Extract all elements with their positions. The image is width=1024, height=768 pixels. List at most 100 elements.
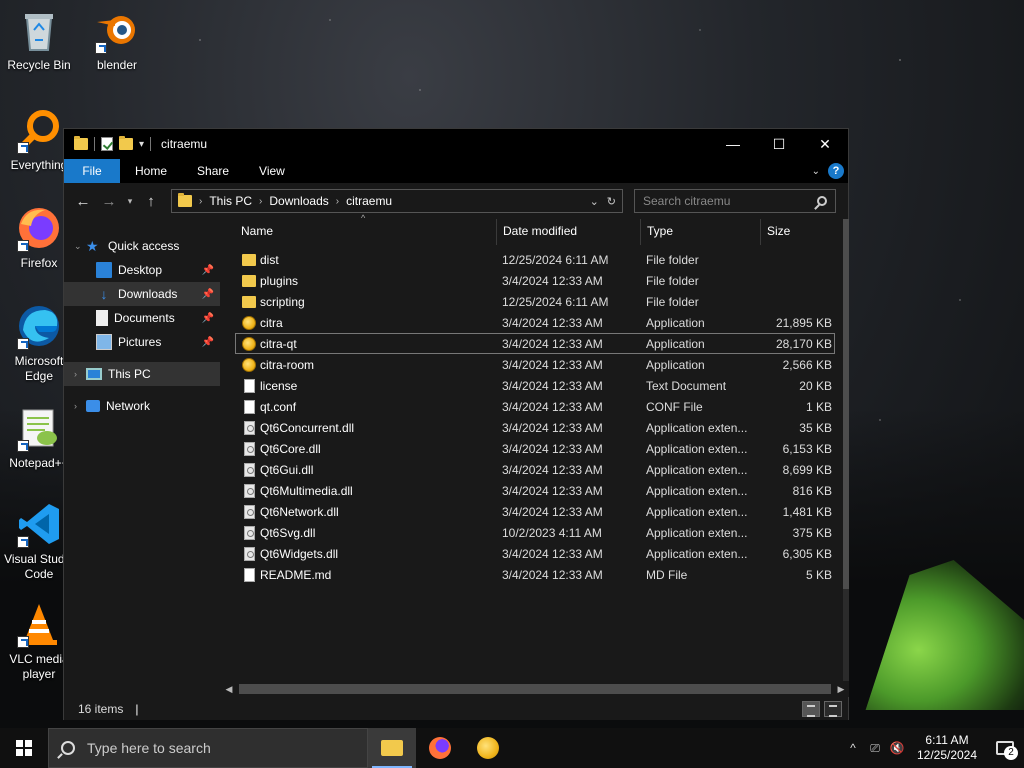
table-row[interactable]: Qt6Network.dll 3/4/2024 12:33 AM Applicati… [235,501,835,522]
column-header-date[interactable]: Date modified [497,219,641,245]
shortcut-arrow-icon [95,42,107,54]
volume-muted-icon[interactable]: 🔇 [886,741,908,755]
search-box[interactable]: Search citraemu [634,189,836,213]
toolbar-separator [150,137,152,151]
file-size: 6,305 KB [782,547,832,561]
maximize-button[interactable]: ☐ [756,129,802,159]
help-icon[interactable]: ? [828,163,844,179]
table-row[interactable]: Qt6Core.dll 3/4/2024 12:33 AM Application … [235,438,835,459]
start-button[interactable] [0,728,48,768]
tab-file[interactable]: File [64,159,120,183]
nav-item-desktop[interactable]: Desktop 📌 [64,258,220,282]
column-header-type[interactable]: Type [641,219,761,245]
action-center-button[interactable]: 2 [986,728,1024,768]
table-row[interactable]: license 3/4/2024 12:33 AM Text Document 20 … [235,375,835,396]
new-folder-icon[interactable] [119,136,133,150]
network-status-icon[interactable]: ⎚ [864,741,886,756]
title-bar[interactable]: ▾ citraemu — ☐ ✕ [64,129,848,159]
table-row[interactable]: Qt6Multimedia.dll 3/4/2024 12:33 AM Applic… [235,480,835,501]
text-file-icon [244,568,255,582]
desktop-icon-recycle-bin[interactable]: Recycle Bin [0,6,78,73]
close-button[interactable]: ✕ [802,129,848,159]
chevron-right-icon[interactable]: › [74,401,86,411]
horizontal-scrollbar[interactable]: ◀ ▶ [221,681,849,697]
file-name: citra-room [260,358,315,372]
file-date: 12/25/2024 6:11 AM [502,253,609,267]
table-row[interactable]: citra 3/4/2024 12:33 AM Application 21,895 … [235,312,835,333]
chevron-right-icon[interactable]: › [259,196,262,207]
table-row[interactable]: plugins 3/4/2024 12:33 AM File folder [235,270,835,291]
table-row[interactable]: Qt6Gui.dll 3/4/2024 12:33 AM Application e… [235,459,835,480]
file-date: 3/4/2024 12:33 AM [502,568,603,582]
tab-view[interactable]: View [244,159,300,183]
file-date: 3/4/2024 12:33 AM [502,484,603,498]
breadcrumb-downloads[interactable]: Downloads [269,194,328,208]
column-header-name[interactable]: Name [235,219,497,245]
back-button[interactable]: ← [70,193,96,210]
table-row[interactable]: Qt6Widgets.dll 3/4/2024 12:33 AM Applicati… [235,543,835,564]
address-history-chevron-icon[interactable]: ⌄ [590,195,599,208]
nav-item-downloads[interactable]: ↓ Downloads 📌 [64,282,220,306]
nav-network[interactable]: › Network [64,394,220,418]
clock[interactable]: 6:11 AM 12/25/2024 [908,733,986,763]
chevron-down-icon[interactable]: ⌄ [74,241,86,252]
file-date: 3/4/2024 12:33 AM [502,337,603,351]
nav-item-pictures[interactable]: Pictures 📌 [64,330,220,354]
table-row[interactable]: citra-room 3/4/2024 12:33 AM Application 2,… [235,354,835,375]
shortcut-arrow-icon [17,636,29,648]
chevron-right-icon[interactable]: › [336,196,339,207]
scroll-left-icon[interactable]: ◀ [221,684,237,695]
table-row[interactable]: qt.conf 3/4/2024 12:33 AM CONF File 1 KB [235,396,835,417]
minimize-button[interactable]: — [710,129,756,159]
desktop-icon-blender[interactable]: blender [78,6,156,73]
table-row[interactable]: Qt6Svg.dll 10/2/2023 4:11 AM Application e… [235,522,835,543]
file-name: qt.conf [260,400,297,414]
breadcrumb-this-pc[interactable]: This PC [209,194,252,208]
taskbar-search-input[interactable]: Type here to search [87,740,211,756]
file-size: 21,895 KB [775,316,832,330]
nav-quick-access[interactable]: ⌄ ★ Quick access [64,234,220,258]
address-bar[interactable]: › This PC › Downloads › citraemu ⌄ ↻ [171,189,623,213]
scrollbar-thumb[interactable] [843,219,849,589]
nav-label: Desktop [118,263,163,277]
nav-item-documents[interactable]: Documents 📌 [64,306,220,330]
citra-app-icon [242,316,256,330]
table-row[interactable]: citra-qt 3/4/2024 12:33 AM Application 28,1… [235,333,835,354]
taskbar-search[interactable]: Type here to search [48,728,368,768]
table-row[interactable]: dist 12/25/2024 6:11 AM File folder [235,249,835,270]
table-row[interactable]: README.md 3/4/2024 12:33 AM MD File 5 KB [235,564,835,585]
scrollbar-thumb[interactable] [239,684,831,694]
chevron-right-icon[interactable]: › [74,369,86,379]
taskbar-citra[interactable] [464,728,512,768]
large-icons-view-button[interactable] [824,700,842,717]
scroll-right-icon[interactable]: ▶ [833,684,849,695]
file-type: Application exten... [646,442,748,456]
table-row[interactable]: Qt6Concurrent.dll 3/4/2024 12:33 AM Applic… [235,417,835,438]
search-input[interactable]: Search citraemu [643,194,730,208]
expand-ribbon-chevron-icon[interactable]: ⌄ [812,166,820,177]
desktop-icon-label: blender [96,58,138,72]
chevron-up-icon[interactable]: ^ [842,741,864,755]
column-header-size[interactable]: Size [761,219,839,245]
file-name: citra [260,316,283,330]
taskbar-file-explorer[interactable] [368,728,416,768]
file-size [762,250,832,270]
customize-toolbar-chevron-icon[interactable]: ▾ [139,139,144,150]
refresh-icon[interactable]: ↻ [607,195,616,208]
vertical-scrollbar[interactable] [843,219,849,681]
network-icon [86,400,100,412]
details-view-button[interactable] [802,700,820,717]
file-name: dist [260,253,279,267]
properties-icon[interactable] [101,137,113,151]
up-button[interactable]: ↑ [138,193,164,210]
forward-button[interactable]: → [96,193,122,210]
chevron-right-icon: › [199,195,203,207]
file-size: 8,699 KB [782,463,832,477]
tab-home[interactable]: Home [120,159,182,183]
recent-locations-chevron-icon[interactable]: ▾ [122,196,138,207]
tab-share[interactable]: Share [182,159,244,183]
breadcrumb-citraemu[interactable]: citraemu [346,194,392,208]
taskbar-firefox[interactable] [416,728,464,768]
nav-this-pc[interactable]: › This PC [64,362,220,386]
table-row[interactable]: scripting 12/25/2024 6:11 AM File folder [235,291,835,312]
